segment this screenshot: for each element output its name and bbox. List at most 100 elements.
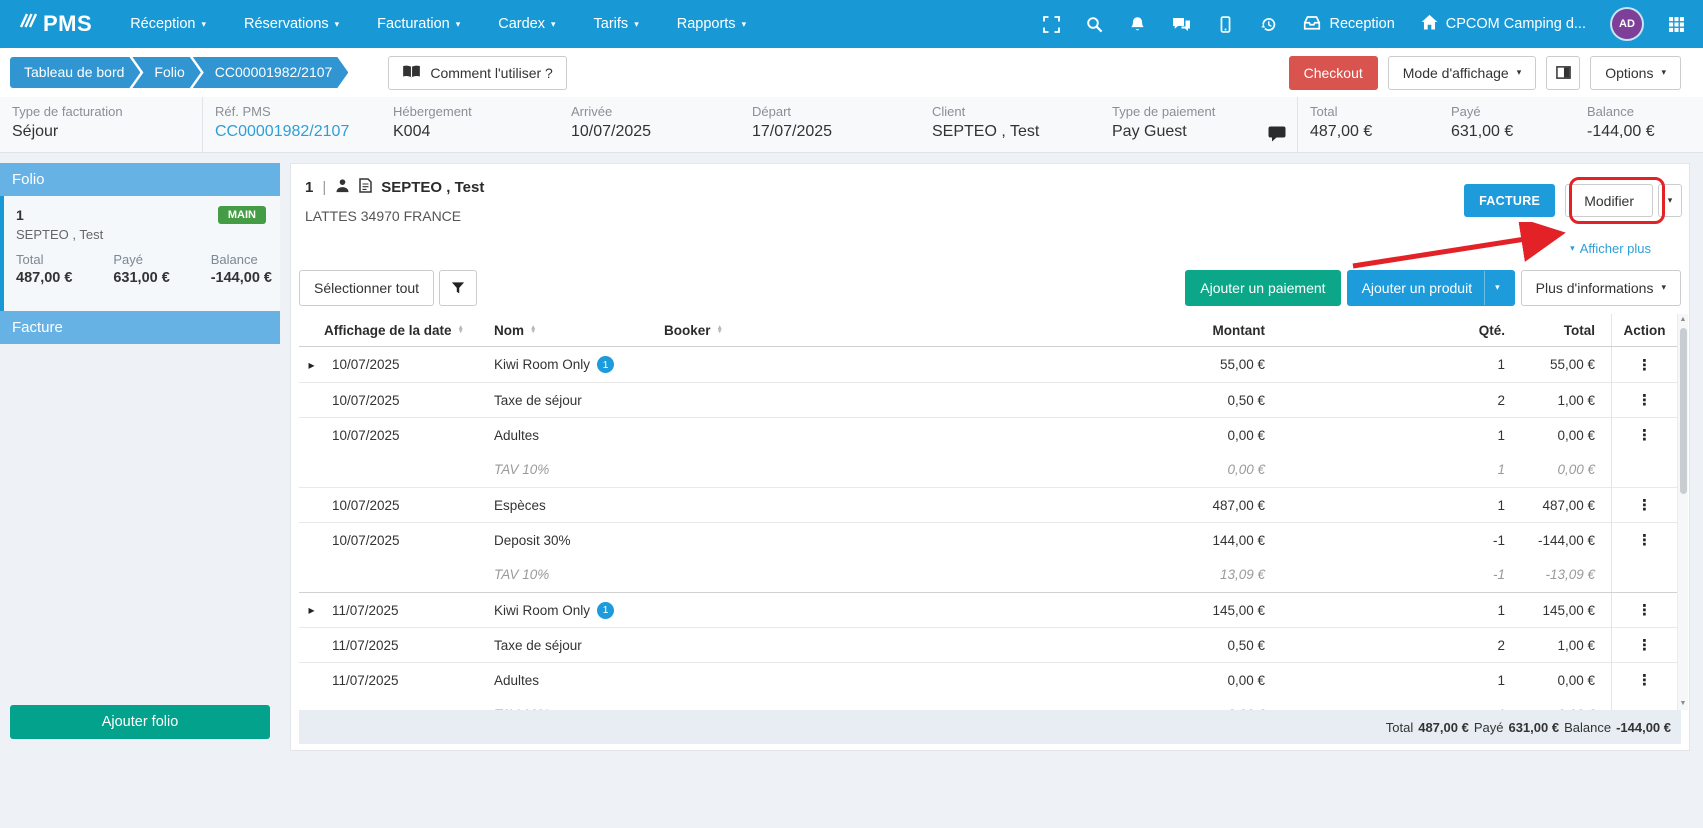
- menu-reservations[interactable]: Réservations▾: [244, 16, 339, 32]
- breadcrumb-reference[interactable]: CC00001982/2107: [193, 57, 349, 88]
- footer-paid-value: 631,00 €: [1508, 720, 1559, 735]
- menu-rapports[interactable]: Rapports▾: [677, 16, 746, 32]
- row-action: ⋮: [1611, 488, 1677, 522]
- menu-reception[interactable]: Réception▾: [130, 16, 206, 32]
- reception-drawer-button[interactable]: Reception: [1303, 14, 1394, 34]
- history-icon[interactable]: [1260, 16, 1277, 33]
- header-nom[interactable]: Nom▲▼: [494, 323, 664, 338]
- search-icon[interactable]: [1086, 16, 1103, 33]
- add-payment-button[interactable]: Ajouter un paiement: [1185, 270, 1340, 306]
- table-row[interactable]: TAV 10% 13,09 € -1 -13,09 €: [299, 557, 1677, 592]
- comment-bubble-icon[interactable]: [1256, 97, 1298, 152]
- table-row[interactable]: ▸ 10/07/2025 Kiwi Room Only1 55,00 € 1 5…: [299, 347, 1677, 382]
- person-icon[interactable]: [335, 178, 350, 197]
- info-total: Total487,00 €: [1298, 97, 1439, 152]
- mobile-device-icon[interactable]: [1217, 16, 1234, 33]
- modifier-dropdown-caret[interactable]: ▾: [1658, 184, 1682, 217]
- row-action: ⋮: [1611, 628, 1677, 662]
- add-product-dropdown[interactable]: Ajouter un produit▾: [1347, 270, 1515, 306]
- row-qte: 1: [1281, 673, 1521, 688]
- fullscreen-icon[interactable]: [1043, 16, 1060, 33]
- kebab-menu-icon[interactable]: ⋮: [1637, 601, 1652, 619]
- count-badge: 1: [597, 356, 614, 373]
- row-montant: 0,50 €: [981, 638, 1281, 653]
- facture-button[interactable]: FACTURE: [1464, 184, 1555, 217]
- row-total: -13,09 €: [1521, 567, 1611, 582]
- row-montant: 0,50 €: [981, 393, 1281, 408]
- row-date: 11/07/2025: [324, 638, 494, 653]
- expand-arrow-icon[interactable]: ▸: [299, 358, 324, 372]
- chevron-down-icon: ▾: [551, 20, 556, 29]
- kebab-menu-icon[interactable]: ⋮: [1637, 426, 1652, 444]
- table-row[interactable]: 10/07/2025 Taxe de séjour 0,50 € 2 1,00 …: [299, 382, 1677, 417]
- row-action: ⋮: [1611, 383, 1677, 417]
- add-folio-button[interactable]: Ajouter folio: [10, 705, 270, 739]
- table-row[interactable]: 10/07/2025 Deposit 30% 144,00 € -1 -144,…: [299, 522, 1677, 557]
- app-logo[interactable]: PMS: [18, 11, 92, 37]
- row-qte: 1: [1281, 462, 1521, 477]
- column-layout-button[interactable]: [1546, 56, 1580, 90]
- scroll-down-arrow[interactable]: ▼: [1678, 698, 1688, 710]
- chevron-down-icon: ▾: [1661, 68, 1666, 77]
- user-avatar[interactable]: AD: [1612, 9, 1642, 39]
- folio-list-item[interactable]: 1 MAIN SEPTEO , Test Total487,00 € Payé6…: [0, 196, 280, 311]
- notifications-bell-icon[interactable]: [1129, 16, 1146, 33]
- menu-facturation[interactable]: Facturation▾: [377, 16, 460, 32]
- row-name: Taxe de séjour: [494, 393, 664, 408]
- invoice-card: 1 | SEPTEO , Test LATTES 34970 FRANCE FA…: [290, 163, 1690, 751]
- modifier-button[interactable]: Modifier: [1565, 184, 1653, 217]
- table-row[interactable]: ▸ 11/07/2025 Kiwi Room Only1 145,00 € 1 …: [299, 592, 1677, 627]
- table-row[interactable]: TAV 10% 0,00 € 1 0,00 €: [299, 452, 1677, 487]
- menu-cardex[interactable]: Cardex▾: [498, 16, 555, 32]
- scrollbar-thumb[interactable]: [1680, 328, 1687, 494]
- show-more-link[interactable]: ▾Afficher plus: [1570, 241, 1651, 256]
- apps-grid-icon[interactable]: [1668, 16, 1685, 33]
- expand-arrow-icon[interactable]: ▸: [299, 603, 324, 617]
- table-row[interactable]: 10/07/2025 Adultes 0,00 € 1 0,00 € ⋮: [299, 417, 1677, 452]
- checkout-button[interactable]: Checkout: [1289, 56, 1378, 90]
- header-booker[interactable]: Booker▲▼: [664, 323, 981, 338]
- filter-button[interactable]: [439, 270, 477, 306]
- info-accommodation: HébergementK004: [381, 97, 559, 152]
- pms-ref-link[interactable]: CC00001982/2107: [215, 123, 381, 141]
- document-icon[interactable]: [359, 178, 372, 197]
- table-row[interactable]: 11/07/2025 Adultes 0,00 € 1 0,00 € ⋮: [299, 662, 1677, 697]
- more-info-dropdown[interactable]: Plus d'informations▾: [1521, 270, 1681, 306]
- row-qte: 2: [1281, 638, 1521, 653]
- table-scrollbar[interactable]: ▲ ▼: [1677, 314, 1688, 710]
- cash-drawer-icon: [1303, 14, 1321, 34]
- row-action: ⋮: [1611, 663, 1677, 697]
- top-navbar: PMS Réception▾ Réservations▾ Facturation…: [0, 0, 1703, 48]
- kebab-menu-icon[interactable]: ⋮: [1637, 671, 1652, 689]
- row-action: [1611, 452, 1677, 487]
- row-qte: 1: [1281, 603, 1521, 618]
- options-dropdown[interactable]: Options▾: [1590, 56, 1681, 90]
- header-date[interactable]: Affichage de la date▲▼: [324, 323, 494, 338]
- table-row[interactable]: 11/07/2025 Taxe de séjour 0,50 € 2 1,00 …: [299, 627, 1677, 662]
- kebab-menu-icon[interactable]: ⋮: [1637, 356, 1652, 374]
- chevron-down-icon: ▾: [335, 20, 340, 29]
- table-row[interactable]: 10/07/2025 Espèces 487,00 € 1 487,00 € ⋮: [299, 487, 1677, 522]
- row-montant: 487,00 €: [981, 498, 1281, 513]
- chevron-down-icon: ▾: [742, 20, 747, 29]
- breadcrumb-dashboard[interactable]: Tableau de bord: [10, 57, 140, 88]
- kebab-menu-icon[interactable]: ⋮: [1637, 531, 1652, 549]
- breadcrumb-folio[interactable]: Folio: [132, 57, 200, 88]
- how-to-use-button[interactable]: Comment l'utiliser ?: [388, 56, 567, 90]
- row-name: Espèces: [494, 498, 664, 513]
- kebab-menu-icon[interactable]: ⋮: [1637, 391, 1652, 409]
- messages-icon[interactable]: [1172, 16, 1191, 33]
- row-total: 0,00 €: [1521, 462, 1611, 477]
- menu-tarifs[interactable]: Tarifs▾: [594, 16, 639, 32]
- select-all-button[interactable]: Sélectionner tout: [299, 270, 434, 306]
- folio-client-name: SEPTEO , Test: [16, 227, 272, 242]
- row-qte: 1: [1281, 428, 1521, 443]
- row-total: 145,00 €: [1521, 603, 1611, 618]
- invoice-buttons: FACTURE Modifier ▾: [1464, 184, 1682, 217]
- kebab-menu-icon[interactable]: ⋮: [1637, 496, 1652, 514]
- kebab-menu-icon[interactable]: ⋮: [1637, 636, 1652, 654]
- scroll-up-arrow[interactable]: ▲: [1678, 314, 1688, 326]
- property-selector[interactable]: CPCOM Camping d...: [1421, 14, 1586, 34]
- display-mode-dropdown[interactable]: Mode d'affichage▾: [1388, 56, 1536, 90]
- folio-section-header: Folio: [0, 163, 280, 196]
